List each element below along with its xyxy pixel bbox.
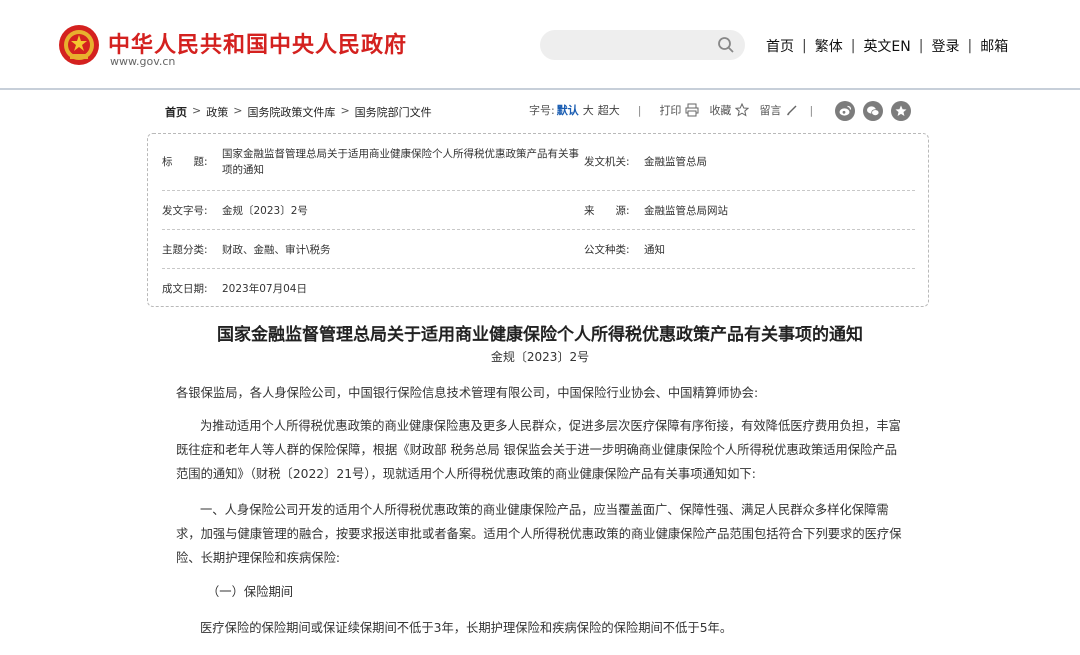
breadcrumb-separator: > [192,104,202,117]
comment-button[interactable]: 留言 [759,102,799,118]
date-label: 成文日期: [162,283,208,295]
toolbar-separator: | [637,103,642,117]
wechat-share-button[interactable] [863,101,883,121]
site-header: 中华人民共和国中央人民政府 www.gov.cn 首页 | 繁体 | 英文EN … [0,0,1080,90]
pencil-icon [787,105,797,116]
favorite-button[interactable]: 收藏 [709,102,750,118]
top-nav: 首页 | 繁体 | 英文EN | 登录 | 邮箱 [766,36,1008,56]
article-toolbar: 字号: 默认 大 超大 | 打印 收藏 留言 | [529,102,813,118]
nav-login[interactable]: 登录 [931,36,959,56]
comment-label: 留言 [759,104,782,117]
article-title: 国家金融监督管理总局关于适用商业健康保险个人所得税优惠政策产品有关事项的通知 [217,325,863,345]
nav-english[interactable]: 英文EN [863,36,910,56]
nav-separator: | [850,38,856,54]
social-share [835,101,911,121]
nav-separator: | [967,38,973,54]
nav-mail[interactable]: 邮箱 [980,36,1008,56]
weibo-icon [839,105,852,116]
print-button[interactable]: 打印 [659,102,699,118]
article-paragraph: 一、人身保险公司开发的适用个人所得税优惠政策的商业健康保险产品，应当覆盖面广、保… [176,503,902,565]
document-info-table: 标 题: 国家金融监督管理总局关于适用商业健康保险个人所得税优惠政策产品有关事项… [147,133,929,307]
article-paragraph: 医疗保险的保险期间或保证续保期间不低于3年，长期护理保险和疾病保险的保险期间不低… [200,621,733,635]
search-box[interactable] [540,30,745,60]
breadcrumb-policy-library[interactable]: 国务院政策文件库 [247,104,335,120]
favorite-label: 收藏 [709,104,732,117]
breadcrumb-separator: > [340,104,350,117]
docno-value: 金规〔2023〕2号 [222,205,308,217]
article-subheading: （一）保险期间 [207,585,294,599]
source-label: 来 源: [584,205,630,217]
wechat-icon [867,106,880,117]
nav-separator: | [802,38,807,54]
font-size-large[interactable]: 大 [583,102,594,118]
topic-label: 主题分类: [162,244,208,256]
title-value: 国家金融监督管理总局关于适用商业健康保险个人所得税优惠政策产品有关事项的通知 [222,148,579,176]
article-paragraph: 为推动适用个人所得税优惠政策的商业健康保险惠及更多人民群众，促进多层次医疗保障有… [176,419,901,481]
issuer-value: 金融监管总局 [644,156,707,168]
nav-home[interactable]: 首页 [766,36,794,56]
doctype-label: 公文种类: [584,244,630,256]
font-size-default[interactable]: 默认 [557,102,579,118]
date-value: 2023年07月04日 [222,283,307,295]
favorite-share-button[interactable] [891,101,911,121]
article-doc-number: 金规〔2023〕2号 [490,350,590,364]
topic-value: 财政、金融、审计\税务 [222,244,331,256]
nav-separator: | [918,38,924,54]
info-row: 发文字号: 金规〔2023〕2号 来 源: 金融监管总局网站 [162,191,915,230]
star-icon [735,103,750,117]
weibo-share-button[interactable] [835,101,855,121]
search-icon[interactable] [717,36,735,54]
breadcrumb-home[interactable]: 首页 [165,104,187,120]
title-label: 标 题: [162,156,208,168]
info-row: 成文日期: 2023年07月04日 [162,269,915,307]
article-addressee: 各银保监局，各人身保险公司，中国银行保险信息技术管理有限公司，中国保险行业协会、… [176,386,759,400]
info-row: 主题分类: 财政、金融、审计\税务 公文种类: 通知 [162,230,915,269]
site-url: www.gov.cn [110,55,176,68]
docno-label: 发文字号: [162,205,208,217]
breadcrumb-department-docs[interactable]: 国务院部门文件 [355,104,432,120]
printer-icon [685,103,699,117]
font-size-xlarge[interactable]: 超大 [598,102,620,118]
star-circle-icon [895,105,907,116]
info-row: 标 题: 国家金融监督管理总局关于适用商业健康保险个人所得税优惠政策产品有关事项… [162,134,915,191]
toolbar-separator: | [809,103,814,117]
doctype-value: 通知 [644,244,665,256]
search-input[interactable] [554,35,714,55]
source-value: 金融监管总局网站 [644,205,728,217]
print-label: 打印 [659,104,682,117]
nav-traditional[interactable]: 繁体 [815,36,843,56]
breadcrumb-separator: > [233,104,243,117]
issuer-label: 发文机关: [584,156,630,168]
header-divider [0,88,1080,90]
national-emblem-icon[interactable] [58,24,100,66]
breadcrumb: 首页 > 政策 > 国务院政策文件库 > 国务院部门文件 [165,104,432,120]
breadcrumb-policy[interactable]: 政策 [206,104,228,120]
font-size-label: 字号: [529,104,555,117]
